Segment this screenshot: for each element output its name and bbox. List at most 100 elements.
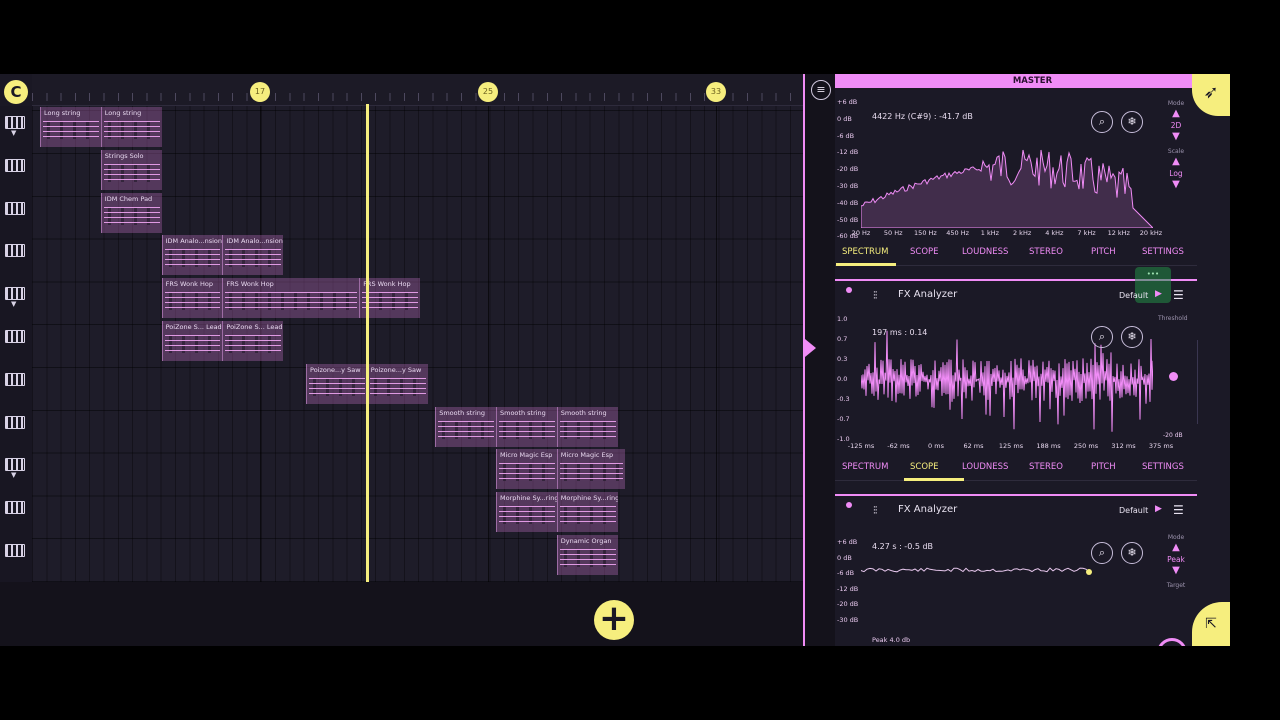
track-instrument-button[interactable] (5, 244, 27, 270)
target-knob[interactable]: 12 (1157, 638, 1187, 646)
main-menu-button[interactable]: ≡ (811, 80, 831, 100)
track-instrument-button[interactable]: ▼ (5, 116, 27, 142)
pattern-clip[interactable]: Poizone...y Saw (366, 363, 428, 404)
active-tab-indicator (904, 478, 964, 481)
track-instrument-button[interactable] (5, 544, 27, 570)
pattern-clip[interactable]: Morphine Sy...rings (496, 492, 557, 533)
track-instrument-button[interactable]: ▼ (5, 458, 27, 484)
tab-spectrum[interactable]: SPECTRUM (842, 247, 888, 257)
pattern-clip[interactable]: Strings Solo (100, 149, 162, 190)
pattern-clip[interactable]: Smooth string (435, 406, 496, 447)
pattern-clip[interactable]: IDM Chem Pad (100, 192, 162, 233)
track-expand-arrow-icon[interactable]: ▼ (11, 471, 27, 480)
tab-loudness[interactable]: LOUDNESS (962, 462, 1008, 472)
tab-pitch[interactable]: PITCH (1091, 247, 1116, 257)
zoom-search-icon[interactable]: ⌕ (1091, 111, 1113, 133)
clip-label: Dynamic Organ (560, 537, 612, 545)
scale-label: 0 dB (837, 553, 852, 562)
pattern-clip[interactable]: Long string (40, 107, 101, 147)
tab-settings[interactable]: SETTINGS (1142, 247, 1184, 257)
loudness-graph[interactable] (861, 550, 1153, 640)
fx-enable-dot[interactable] (846, 287, 852, 293)
tab-stereo[interactable]: STEREO (1029, 462, 1063, 472)
pattern-clip[interactable]: Dynamic Organ (556, 535, 618, 575)
clip-label: FRS Wonk Hop (226, 280, 274, 289)
timeline-ruler[interactable]: 17 25 33 (32, 74, 803, 106)
arrangement-grid[interactable]: Long string Long string Strings Solo IDM Ch… (32, 106, 803, 582)
pattern-clip[interactable]: IDM Analo...nsion (222, 235, 284, 276)
pattern-clip[interactable]: Micro Magic Esp (496, 449, 557, 490)
expand-arrow-icon[interactable]: ⇱ (1192, 602, 1230, 646)
pattern-clip[interactable]: PoiZone S... Lead (161, 321, 223, 361)
spectrum-mode-control[interactable]: Mode ▲ 2D ▼ Scale ▲ Log ▼ (1163, 98, 1189, 190)
track-instrument-button[interactable] (5, 158, 27, 185)
pattern-clip[interactable]: Smooth string (496, 406, 557, 447)
clip-label: IDM Analo...nsion (165, 237, 223, 246)
track-instrument-button[interactable] (5, 201, 27, 228)
axis-tick-label: 62 ms (963, 442, 984, 450)
freeze-snowflake-icon[interactable]: ❄ (1121, 542, 1143, 564)
spectrum-graph[interactable] (861, 146, 1153, 228)
pattern-clip[interactable]: FRS Wonk Hop (161, 278, 223, 319)
pattern-clip[interactable]: Morphine Sy...rings (556, 492, 618, 533)
track-instrument-button[interactable] (5, 372, 27, 399)
freeze-snowflake-icon[interactable]: ❄ (1121, 326, 1143, 348)
mode-up-arrow-icon[interactable]: ▲ (1163, 543, 1189, 553)
ruler-marker[interactable]: 33 (706, 82, 726, 102)
mode-up-arrow-icon[interactable]: ▲ (1163, 109, 1189, 119)
fx-menu-icon[interactable]: ☰ (1173, 288, 1184, 302)
scale-label: 1.0 (837, 315, 848, 323)
tab-loudness[interactable]: LOUDNESS (962, 247, 1008, 257)
pattern-clip[interactable]: Poizone...y Saw (306, 363, 367, 404)
track-instrument-button[interactable] (5, 415, 27, 442)
mode-down-arrow-icon[interactable]: ▼ (1163, 566, 1189, 576)
clip-notes (225, 292, 358, 311)
piano-keys-icon (5, 372, 25, 386)
fx-menu-icon[interactable]: ☰ (1173, 503, 1184, 517)
pattern-clip[interactable]: Long string (100, 107, 162, 147)
track-expand-arrow-icon[interactable]: ▼ (11, 129, 27, 138)
piano-keys-icon (5, 330, 25, 343)
scale-label: 0.3 (837, 355, 848, 363)
tab-pitch[interactable]: PITCH (1091, 462, 1116, 472)
track-expand-arrow-icon[interactable]: ▼ (11, 300, 27, 309)
tab-scope[interactable]: SCOPE (910, 247, 939, 257)
track-instrument-button[interactable] (5, 330, 27, 356)
tab-stereo[interactable]: STEREO (1029, 247, 1063, 257)
spectrum-analyzer: +6 dB 0 dB -6 dB -12 dB -20 dB -30 dB -40 dB -5… (835, 96, 1197, 246)
track-instrument-button[interactable] (5, 501, 27, 527)
tab-settings[interactable]: SETTINGS (1142, 462, 1184, 472)
ruler-marker[interactable]: 17 (250, 82, 270, 102)
clip-notes (164, 292, 221, 311)
clip-notes (309, 377, 365, 396)
tab-spectrum[interactable]: SPECTRUM (842, 462, 888, 472)
pattern-clip[interactable]: Micro Magic Esp (556, 449, 626, 490)
add-track-button[interactable]: + (594, 600, 634, 640)
fx-preset[interactable]: Default (1119, 291, 1148, 300)
play-triangle-icon[interactable]: ▶ (1155, 289, 1162, 299)
threshold-slider-handle[interactable] (1169, 372, 1178, 381)
fx-preset[interactable]: Default (1119, 506, 1148, 515)
clip-label: Micro Magic Esp (500, 451, 553, 460)
pattern-clip[interactable]: Smooth string (556, 406, 618, 447)
play-triangle-icon[interactable]: ▶ (1155, 504, 1162, 514)
fx-enable-dot[interactable] (846, 502, 852, 508)
scale-up-arrow-icon[interactable]: ▲ (1163, 157, 1189, 167)
clip-notes (559, 549, 616, 567)
track-instrument-button[interactable]: ▼ (5, 287, 27, 313)
loudness-mode-control[interactable]: Mode ▲ Peak ▼ Target (1163, 532, 1189, 591)
pattern-clip[interactable]: IDM Analo...nsion (161, 235, 223, 276)
pattern-clip[interactable]: PoiZone S... Lead (222, 321, 284, 361)
zoom-search-icon[interactable]: ⌕ (1091, 326, 1113, 348)
ruler-marker[interactable]: 25 (478, 82, 498, 102)
scale-down-arrow-icon[interactable]: ▼ (1163, 180, 1189, 190)
mixer-bird-icon[interactable]: ➶ (1192, 74, 1230, 116)
tab-scope[interactable]: SCOPE (910, 462, 939, 472)
mode-down-arrow-icon[interactable]: ▼ (1163, 132, 1189, 142)
app-logo-button[interactable]: C (4, 80, 28, 104)
playhead[interactable] (366, 104, 369, 582)
freeze-snowflake-icon[interactable]: ❄ (1121, 111, 1143, 133)
collapse-panel-arrow-icon[interactable] (805, 339, 816, 357)
zoom-search-icon[interactable]: ⌕ (1091, 542, 1113, 564)
pattern-clip[interactable]: FRS Wonk Hop (222, 278, 360, 319)
